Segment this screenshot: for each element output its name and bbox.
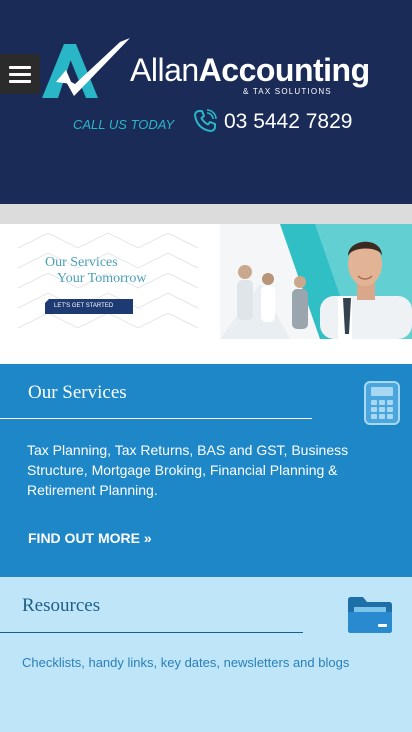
- banner-subheadline: Your Tomorrow: [57, 271, 147, 286]
- calculator-icon: [364, 381, 400, 425]
- phone-icon: [194, 109, 217, 132]
- banner-photo: [220, 224, 412, 339]
- call-us-label: CALL US TODAY: [73, 117, 175, 132]
- logo-icon[interactable]: [42, 38, 132, 102]
- site-header: AllanAccounting & TAX SOLUTIONS CALL US …: [0, 0, 412, 204]
- phone-number[interactable]: 03 5442 7829: [224, 110, 352, 134]
- hero-banner[interactable]: Our Services Your Tomorrow LET'S GET STA…: [0, 224, 412, 364]
- logo-bold-text: Accounting: [198, 52, 370, 88]
- folder-icon: [348, 597, 392, 633]
- services-divider: [0, 418, 312, 419]
- menu-bar: [9, 72, 31, 76]
- services-section: Our Services Tax Planning, Tax Returns, …: [0, 364, 412, 577]
- services-description: Tax Planning, Tax Returns, BAS and GST, …: [27, 442, 349, 498]
- menu-bar: [9, 65, 31, 69]
- logo-wordmark[interactable]: AllanAccounting: [130, 52, 370, 88]
- find-out-more-link[interactable]: FIND OUT MORE »: [28, 530, 152, 546]
- resources-section: Resources Checklists, handy links, key d…: [0, 577, 412, 732]
- banner-headline: Our Services: [45, 255, 118, 270]
- menu-bar: [9, 79, 31, 83]
- get-started-button[interactable]: LET'S GET STARTED: [45, 299, 133, 314]
- resources-title[interactable]: Resources: [22, 595, 100, 617]
- menu-icon[interactable]: [0, 54, 40, 94]
- logo-light-text: Allan: [130, 52, 199, 88]
- resources-description: Checklists, handy links, key dates, news…: [22, 655, 350, 670]
- resources-divider: [0, 632, 303, 633]
- services-title: Our Services: [28, 382, 127, 403]
- divider-strip: [0, 204, 412, 224]
- logo-tagline: & TAX SOLUTIONS: [243, 87, 332, 96]
